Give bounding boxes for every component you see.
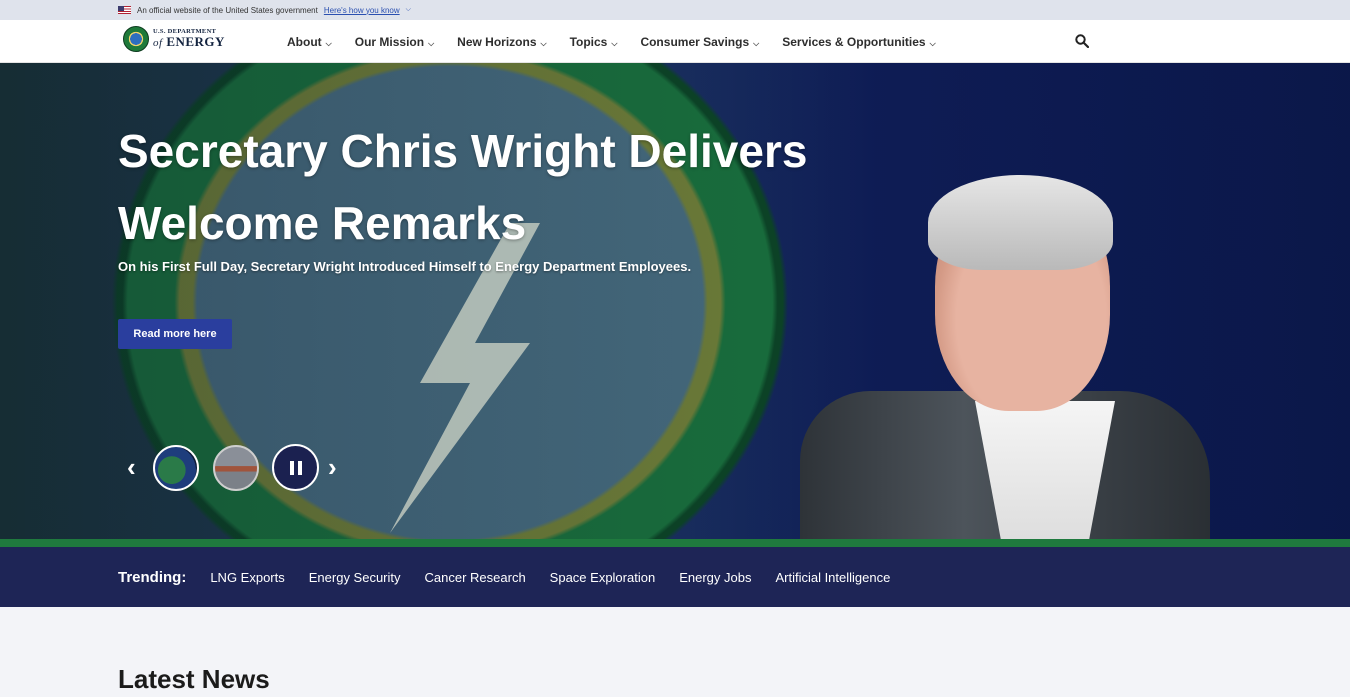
logo-text: U.S. DEPARTMENT of ENERGY [153, 28, 225, 50]
site-header: U.S. DEPARTMENT of ENERGY About ⌵ Our Mis… [0, 20, 1350, 63]
doe-logo[interactable]: U.S. DEPARTMENT of ENERGY [123, 26, 225, 52]
hero-subtitle: On his First Full Day, Secretary Wright … [118, 259, 692, 274]
chevron-down-icon: ⌵ [929, 38, 936, 48]
carousel-next-icon[interactable]: › [328, 454, 337, 480]
heres-how-you-know-link[interactable]: Here's how you know [324, 6, 400, 15]
trending-bar: Trending: LNG Exports Energy Security Ca… [0, 547, 1350, 607]
chevron-down-icon: ⌵ [428, 38, 435, 48]
nav-item-label: Our Mission [354, 34, 425, 49]
read-more-button[interactable]: Read more here [118, 319, 232, 349]
chevron-down-icon: ⌵ [753, 38, 760, 48]
pause-icon [297, 460, 302, 475]
hero-carousel: Secretary Chris Wright Delivers Welcome … [0, 63, 1350, 539]
trending-link-lng-exports[interactable]: LNG Exports [210, 570, 284, 585]
pause-icon [289, 460, 294, 475]
us-flag-icon [118, 6, 131, 14]
nav-item-new-horizons[interactable]: New Horizons ⌵ [457, 35, 546, 49]
speaker-hair [928, 175, 1113, 270]
doe-seal-icon [123, 26, 149, 52]
logo-of: of [153, 37, 163, 50]
nav-item-label: New Horizons [457, 34, 537, 49]
hero-title: Secretary Chris Wright Delivers Welcome … [118, 125, 808, 249]
nav-item-label: Consumer Savings [640, 34, 750, 49]
nav-item-consumer-savings[interactable]: Consumer Savings ⌵ [640, 35, 759, 49]
nav-item-topics[interactable]: Topics ⌵ [570, 35, 618, 49]
chevron-down-icon: ⌵ [325, 38, 332, 48]
gov-banner: An official website of the United States… [0, 0, 1350, 20]
trending-link-cancer-research[interactable]: Cancer Research [425, 570, 526, 585]
nav-item-services-opportunities[interactable]: Services & Opportunities ⌵ [782, 35, 935, 49]
trending-label: Trending: [118, 568, 187, 586]
hero-divider [0, 539, 1350, 547]
nav-item-label: About [287, 34, 322, 49]
trending-link-energy-jobs[interactable]: Energy Jobs [679, 570, 751, 585]
main-nav: About ⌵ Our Mission ⌵ New Horizons ⌵ Topics… [287, 20, 959, 63]
nav-item-label: Topics [569, 34, 608, 49]
latest-news-heading: Latest News [118, 664, 270, 694]
carousel-pause-button[interactable] [272, 444, 319, 491]
trending-link-energy-security[interactable]: Energy Security [309, 570, 401, 585]
trending-link-space-exploration[interactable]: Space Exploration [550, 570, 656, 585]
gov-banner-text: An official website of the United States… [137, 5, 318, 15]
chevron-down-icon[interactable]: ⌵ [406, 6, 411, 14]
logo-line2: of ENERGY [153, 35, 225, 49]
carousel-thumb-2[interactable] [213, 445, 259, 491]
nav-item-label: Services & Opportunities [782, 34, 926, 49]
nav-item-about[interactable]: About ⌵ [287, 35, 332, 49]
chevron-down-icon: ⌵ [540, 38, 547, 48]
carousel-thumb-1[interactable] [153, 445, 199, 491]
trending-link-artificial-intelligence[interactable]: Artificial Intelligence [775, 570, 890, 585]
carousel-prev-icon[interactable]: ‹ [127, 454, 136, 480]
search-icon[interactable] [1075, 34, 1089, 48]
nav-item-our-mission[interactable]: Our Mission ⌵ [355, 35, 434, 49]
chevron-down-icon: ⌵ [611, 38, 618, 48]
logo-energy: ENERGY [166, 34, 225, 50]
